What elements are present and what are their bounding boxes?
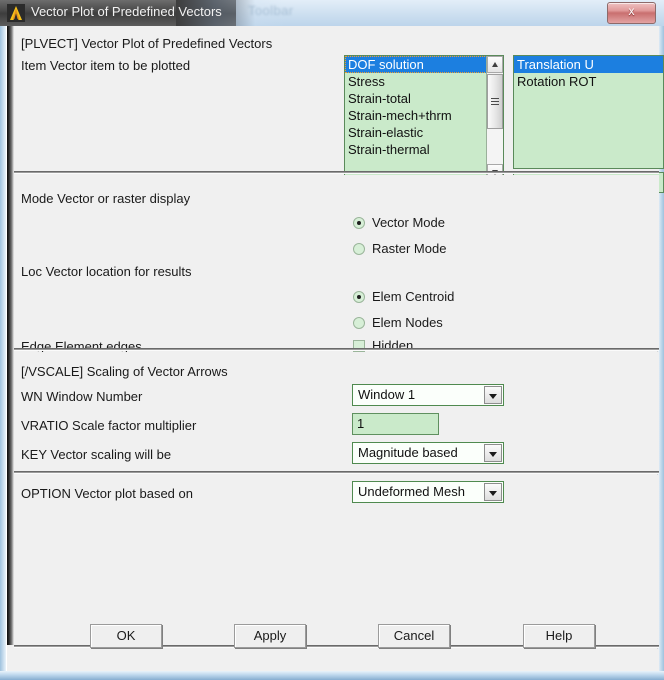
window-frame-bottom xyxy=(0,671,664,680)
key-label: KEY Vector scaling will be xyxy=(21,447,171,462)
section-divider-1 xyxy=(14,171,659,174)
chevron-down-icon[interactable] xyxy=(484,444,502,462)
list-item[interactable]: DOF solution xyxy=(345,56,487,73)
background-window-title: Toolbar xyxy=(248,3,293,18)
title-bar[interactable]: Toolbar Vector Plot of Predefined Vector… xyxy=(0,0,664,26)
list-item[interactable]: Strain-total xyxy=(345,90,487,107)
dropdown-value: Window 1 xyxy=(358,387,415,402)
window-title: Vector Plot of Predefined Vectors xyxy=(31,4,222,19)
radio-indicator-icon[interactable] xyxy=(353,317,365,329)
section-vscale: [/VSCALE] Scaling of Vector Arrows WN Wi… xyxy=(14,352,659,471)
dialog-client-area: [PLVECT] Vector Plot of Predefined Vecto… xyxy=(6,26,658,671)
radio-label: Elem Centroid xyxy=(372,289,454,304)
chevron-down-icon[interactable] xyxy=(484,483,502,501)
vratio-value: 1 xyxy=(357,416,364,431)
wn-label: WN Window Number xyxy=(21,389,142,404)
vscale-command-label: [/VSCALE] Scaling of Vector Arrows xyxy=(21,364,228,379)
dropdown-value: Magnitude based xyxy=(358,445,458,460)
list-item[interactable]: Rotation ROT xyxy=(514,73,663,90)
plvect-command-label: [PLVECT] Vector Plot of Predefined Vecto… xyxy=(21,36,272,51)
item-label: Item Vector item to be plotted xyxy=(21,58,190,73)
apply-button[interactable]: Apply xyxy=(234,624,306,648)
dialog-window: Toolbar Vector Plot of Predefined Vector… xyxy=(0,0,664,680)
vector-scaling-dropdown[interactable]: Magnitude based xyxy=(352,442,504,464)
dropdown-value: Undeformed Mesh xyxy=(358,484,465,499)
scrollbar-thumb[interactable] xyxy=(487,74,503,129)
section-mode: Mode Vector or raster display Vector Mod… xyxy=(14,175,659,348)
section-item: [PLVECT] Vector Plot of Predefined Vecto… xyxy=(14,26,659,172)
close-icon: x xyxy=(608,4,655,18)
radio-raster-mode[interactable]: Raster Mode xyxy=(353,241,446,256)
radio-vector-mode[interactable]: Vector Mode xyxy=(353,215,445,230)
list-item[interactable]: Strain-elastic xyxy=(345,124,487,141)
help-button[interactable]: Help xyxy=(523,624,595,648)
ok-button[interactable]: OK xyxy=(90,624,162,648)
close-button[interactable]: x xyxy=(607,2,656,24)
radio-label: Raster Mode xyxy=(372,241,446,256)
list-item[interactable]: Translation U xyxy=(514,56,663,73)
section-divider-3 xyxy=(14,471,659,474)
list-item[interactable]: Strain-mech+thrm xyxy=(345,107,487,124)
radio-indicator-icon[interactable] xyxy=(353,243,365,255)
vratio-label: VRATIO Scale factor multiplier xyxy=(21,418,196,433)
scrollbar-grip-icon xyxy=(491,98,499,105)
vratio-input[interactable]: 1 xyxy=(352,413,439,435)
title-bar-glass-area xyxy=(236,0,664,26)
radio-indicator-icon[interactable] xyxy=(353,217,365,229)
vector-component-listbox[interactable]: Translation U Rotation ROT xyxy=(513,55,664,169)
radio-label: Elem Nodes xyxy=(372,315,443,330)
button-bar: OK Apply Cancel Help xyxy=(14,649,659,671)
vector-item-listbox[interactable]: DOF solution Stress Strain-total Strain-… xyxy=(344,55,504,182)
option-label: OPTION Vector plot based on xyxy=(21,486,193,501)
mode-label: Mode Vector or raster display xyxy=(21,191,190,206)
list-item[interactable]: Strain-thermal xyxy=(345,141,487,158)
client-inner-shadow xyxy=(7,26,14,645)
section-divider-2 xyxy=(14,348,659,351)
list-item[interactable]: Stress xyxy=(345,73,487,90)
cancel-button[interactable]: Cancel xyxy=(378,624,450,648)
loc-label: Loc Vector location for results xyxy=(21,264,192,279)
radio-elem-nodes[interactable]: Elem Nodes xyxy=(353,315,443,330)
vector-plot-basis-dropdown[interactable]: Undeformed Mesh xyxy=(352,481,504,503)
radio-label: Vector Mode xyxy=(372,215,445,230)
ansys-logo-icon xyxy=(7,4,25,22)
radio-indicator-icon[interactable] xyxy=(353,291,365,303)
listbox-vertical-scrollbar[interactable] xyxy=(486,56,503,181)
radio-elem-centroid[interactable]: Elem Centroid xyxy=(353,289,454,304)
scroll-up-arrow-icon[interactable] xyxy=(487,56,503,73)
section-option: OPTION Vector plot based on Undeformed M… xyxy=(14,475,659,645)
chevron-down-icon[interactable] xyxy=(484,386,502,404)
window-number-dropdown[interactable]: Window 1 xyxy=(352,384,504,406)
